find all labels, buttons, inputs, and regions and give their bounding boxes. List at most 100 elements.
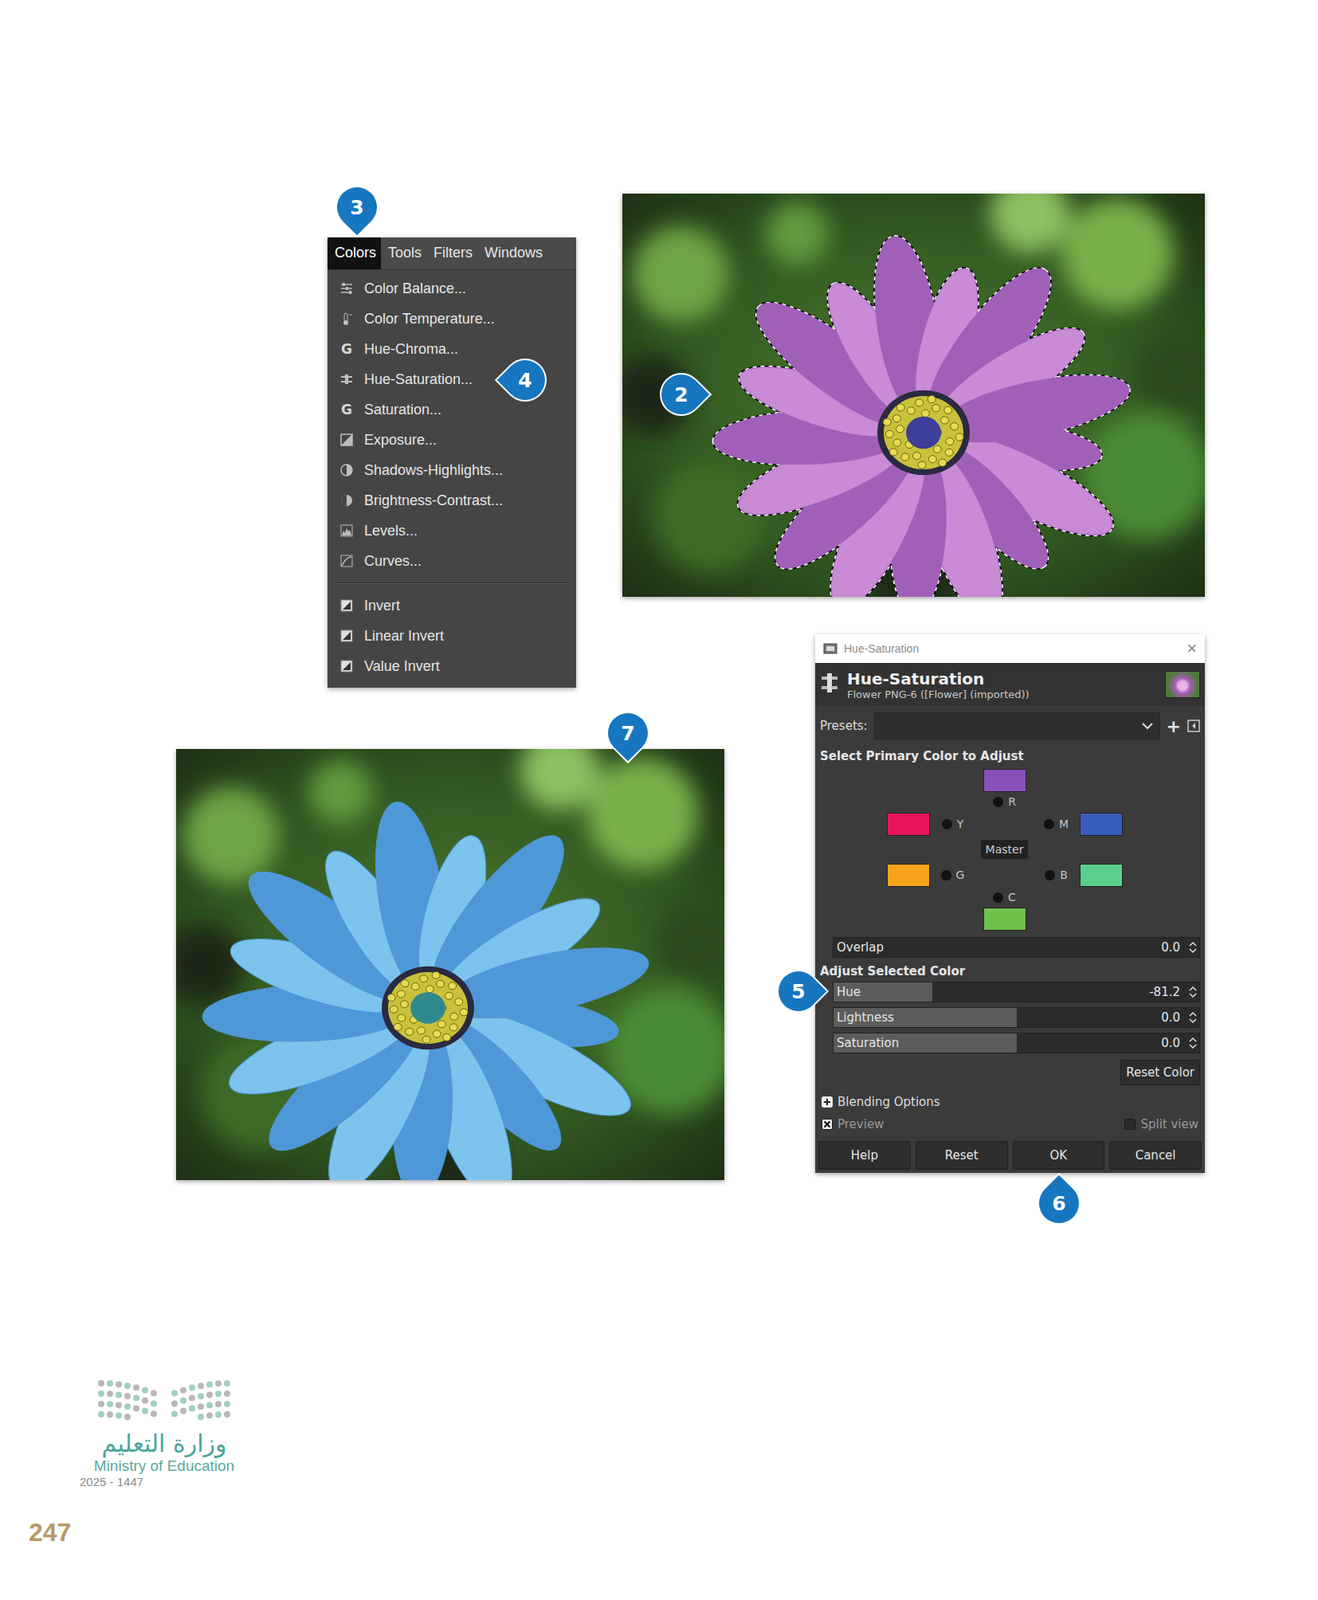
color-swatch[interactable]: [1079, 812, 1123, 836]
split-view-checkbox[interactable]: Split view: [1124, 1117, 1199, 1132]
adjust-slider[interactable]: Saturation0.0: [832, 1032, 1201, 1054]
menu-item-label: Exposure...: [364, 431, 437, 449]
checkbox-icon: [821, 1118, 833, 1130]
overlap-slider[interactable]: Overlap0.0: [832, 937, 1201, 958]
stamen: [425, 985, 434, 993]
dialog-button[interactable]: OK: [1012, 1141, 1106, 1170]
logo-dot: [124, 1413, 131, 1420]
dialog-button[interactable]: Reset: [915, 1141, 1009, 1170]
stamen: [932, 404, 941, 412]
knob: [345, 374, 349, 385]
master-button[interactable]: Master: [980, 839, 1029, 860]
menu-item[interactable]: Exposure...: [335, 424, 577, 456]
presets-dropdown[interactable]: [874, 712, 1161, 740]
preview-checkbox-label: Preview: [837, 1117, 884, 1132]
frame: [341, 525, 353, 537]
color-swatch[interactable]: [886, 812, 930, 836]
dialog-button[interactable]: Cancel: [1109, 1141, 1202, 1170]
color-swatch[interactable]: [1079, 863, 1123, 887]
slider-label: Lightness: [836, 1010, 895, 1025]
menu-item-icon-box: [338, 462, 355, 479]
logo-dot: [133, 1384, 140, 1392]
radio-dot[interactable]: [992, 796, 1004, 808]
adjust-slider[interactable]: Lightness0.0: [832, 1007, 1201, 1028]
stamen: [396, 990, 405, 998]
stamen: [450, 1012, 459, 1020]
section-label: Select Primary Color to Adjust: [815, 745, 1205, 765]
logo-dot: [223, 1411, 231, 1418]
leaf: [1061, 198, 1173, 310]
stamen: [449, 1023, 458, 1032]
menubar-item[interactable]: Tools: [380, 237, 427, 270]
color-radio[interactable]: B: [1044, 868, 1068, 882]
color-label: M: [1059, 817, 1069, 831]
logo-dot: [106, 1411, 114, 1418]
box: [1125, 1119, 1136, 1130]
blending-label: Blending Options: [837, 1094, 941, 1110]
invert-icon: [339, 659, 354, 674]
radio-dot[interactable]: [941, 870, 952, 881]
color-radio[interactable]: Y: [941, 817, 965, 831]
flower-photo: [622, 193, 1205, 597]
menu-item[interactable]: GHue-Chroma...: [335, 333, 577, 365]
dialog-buttons: HelpResetOKCancel: [815, 1137, 1205, 1173]
stamen: [944, 406, 953, 414]
inner: [826, 646, 835, 652]
close-button[interactable]: ×: [1186, 638, 1197, 659]
menu-item-label: Levels...: [364, 522, 418, 540]
menu-item[interactable]: Brightness-Contrast...: [335, 485, 577, 516]
menu-item[interactable]: GSaturation...: [335, 394, 577, 425]
dialog-button[interactable]: Help: [818, 1141, 911, 1170]
up-arrow: [1189, 987, 1197, 991]
flower-eye: [906, 416, 942, 449]
menu-item-label: Color Temperature...: [364, 310, 495, 328]
radio-dot[interactable]: [1043, 819, 1055, 830]
reset-color-button[interactable]: Reset Color: [1120, 1059, 1201, 1086]
step-badge: 4: [505, 360, 546, 401]
blending-options[interactable]: Blending Options: [815, 1090, 1205, 1115]
menu-item[interactable]: Value Invert: [335, 651, 577, 682]
color-radio[interactable]: C: [992, 890, 1016, 904]
radio-dot[interactable]: [941, 819, 953, 830]
logo-dot: [171, 1390, 178, 1397]
menu-item[interactable]: Color Temperature...: [335, 303, 577, 334]
logo-dot: [115, 1391, 122, 1398]
logo-dot: [197, 1382, 204, 1389]
color-radio[interactable]: R: [992, 795, 1016, 809]
radio-dot[interactable]: [992, 892, 1004, 903]
arrow: [1192, 722, 1196, 730]
half: [342, 601, 351, 610]
menubar-item[interactable]: Filters: [426, 237, 478, 270]
menu-item[interactable]: Invert: [335, 590, 577, 621]
preview-checkbox[interactable]: Preview: [821, 1117, 884, 1132]
add-preset-button[interactable]: +: [1166, 716, 1181, 737]
logo-dot: [171, 1400, 178, 1408]
menu-separator: [335, 582, 569, 585]
logo-dot: [98, 1411, 105, 1418]
menu-item[interactable]: Levels...: [335, 515, 577, 546]
color-swatch[interactable]: [983, 907, 1027, 931]
adjust-slider[interactable]: Hue-81.2: [832, 981, 1201, 1003]
menu-item-icon-box: [338, 658, 355, 675]
color-swatch[interactable]: [983, 768, 1027, 793]
page-number: 247: [28, 1518, 71, 1548]
color-radio[interactable]: M: [1043, 817, 1069, 831]
leaf: [990, 193, 1071, 254]
color-swatch[interactable]: [886, 863, 930, 887]
menu-item[interactable]: Color Balance...: [335, 273, 577, 304]
hue-saturation-icon: [819, 671, 840, 698]
radio-dot[interactable]: [1044, 870, 1056, 881]
menu-item[interactable]: Shadows-Highlights...: [335, 455, 577, 486]
leaf: [1135, 335, 1205, 416]
leaf: [657, 902, 725, 983]
slider-value: 0.0: [1161, 940, 1181, 955]
menubar-item[interactable]: Windows: [477, 237, 548, 270]
image-thumbnail: [1165, 670, 1201, 699]
menu-item[interactable]: Linear Invert: [335, 620, 577, 652]
menu-item[interactable]: Curves...: [335, 545, 577, 577]
dialog-heading: Hue-Saturation: [847, 669, 1158, 689]
color-radio[interactable]: G: [941, 868, 965, 882]
check-mark: [824, 1121, 831, 1128]
menubar-item[interactable]: Colors: [327, 237, 381, 270]
balance-icon: [339, 281, 354, 296]
